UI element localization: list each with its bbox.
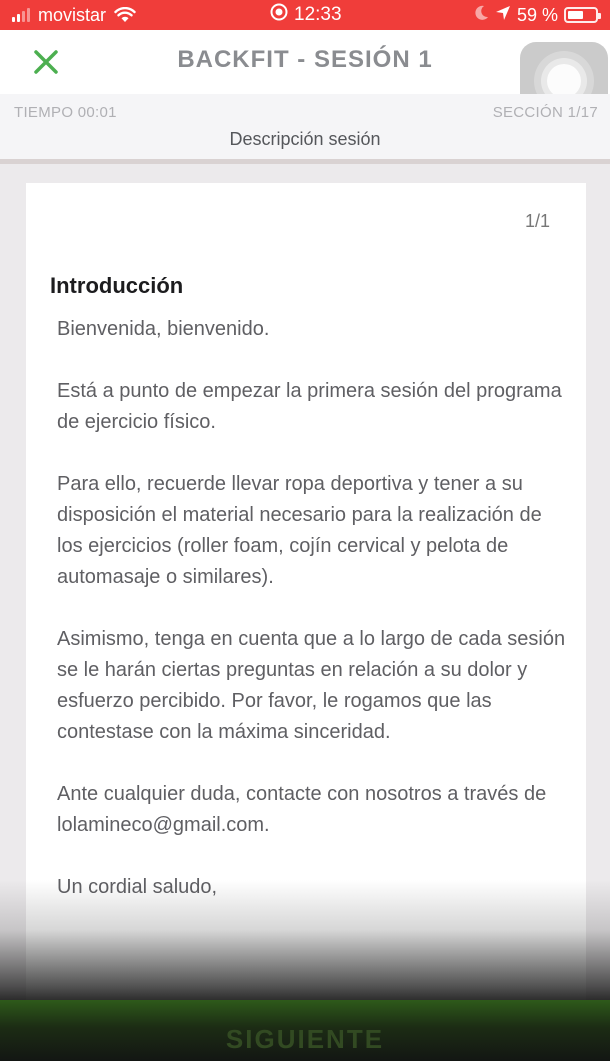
page-title: BACKFIT - SESIÓN 1 (177, 46, 433, 73)
app-header: BACKFIT - SESIÓN 1 (0, 30, 610, 120)
battery-fill (568, 11, 584, 19)
carrier-name: movistar (38, 4, 107, 25)
elapsed-time: TIEMPO 00:01 (14, 104, 117, 121)
paragraph: Bienvenida, bienvenido. (57, 318, 270, 340)
next-button[interactable]: SIGUIENTE (0, 1000, 610, 1061)
next-button-label: SIGUIENTE (225, 1024, 385, 1054)
alarm-icon (270, 3, 288, 27)
paragraph: Asimismo, tenga en cuenta que a lo largo… (57, 628, 566, 743)
section-counter: SECCIÓN 1/17 (492, 104, 598, 121)
moon-icon (475, 5, 489, 26)
session-subheader: TIEMPO 00:01 SECCIÓN 1/17 Descripción se… (0, 94, 610, 164)
location-arrow-icon (495, 5, 511, 26)
status-clock: 12:33 (270, 3, 342, 27)
paragraph: Está a punto de empezar la primera sesió… (57, 380, 562, 433)
status-left: movistar (12, 4, 136, 26)
paragraph: Un cordial saludo, (57, 876, 218, 898)
battery-percent: 59 % (516, 4, 558, 25)
content-card: 1/1 Introducción Bienvenida, bienvenido.… (26, 183, 586, 1053)
card-heading: Introducción (50, 273, 184, 298)
page-counter: 1/1 (524, 211, 550, 231)
battery-icon (564, 7, 601, 23)
paragraph: Ante cualquier duda, contacte con nosotr… (57, 783, 547, 836)
status-right: 59 % (475, 4, 601, 26)
signal-icon (12, 8, 30, 22)
session-description-title: Descripción sesión (229, 129, 381, 149)
clock-time: 12:33 (294, 4, 342, 25)
status-bar: movistar 12:33 59 % (0, 0, 610, 30)
paragraph: Para ello, recuerde llevar ropa deportiv… (57, 473, 542, 588)
card-body: Bienvenida, bienvenido. Está a punto de … (57, 314, 567, 934)
wifi-icon (114, 7, 136, 23)
